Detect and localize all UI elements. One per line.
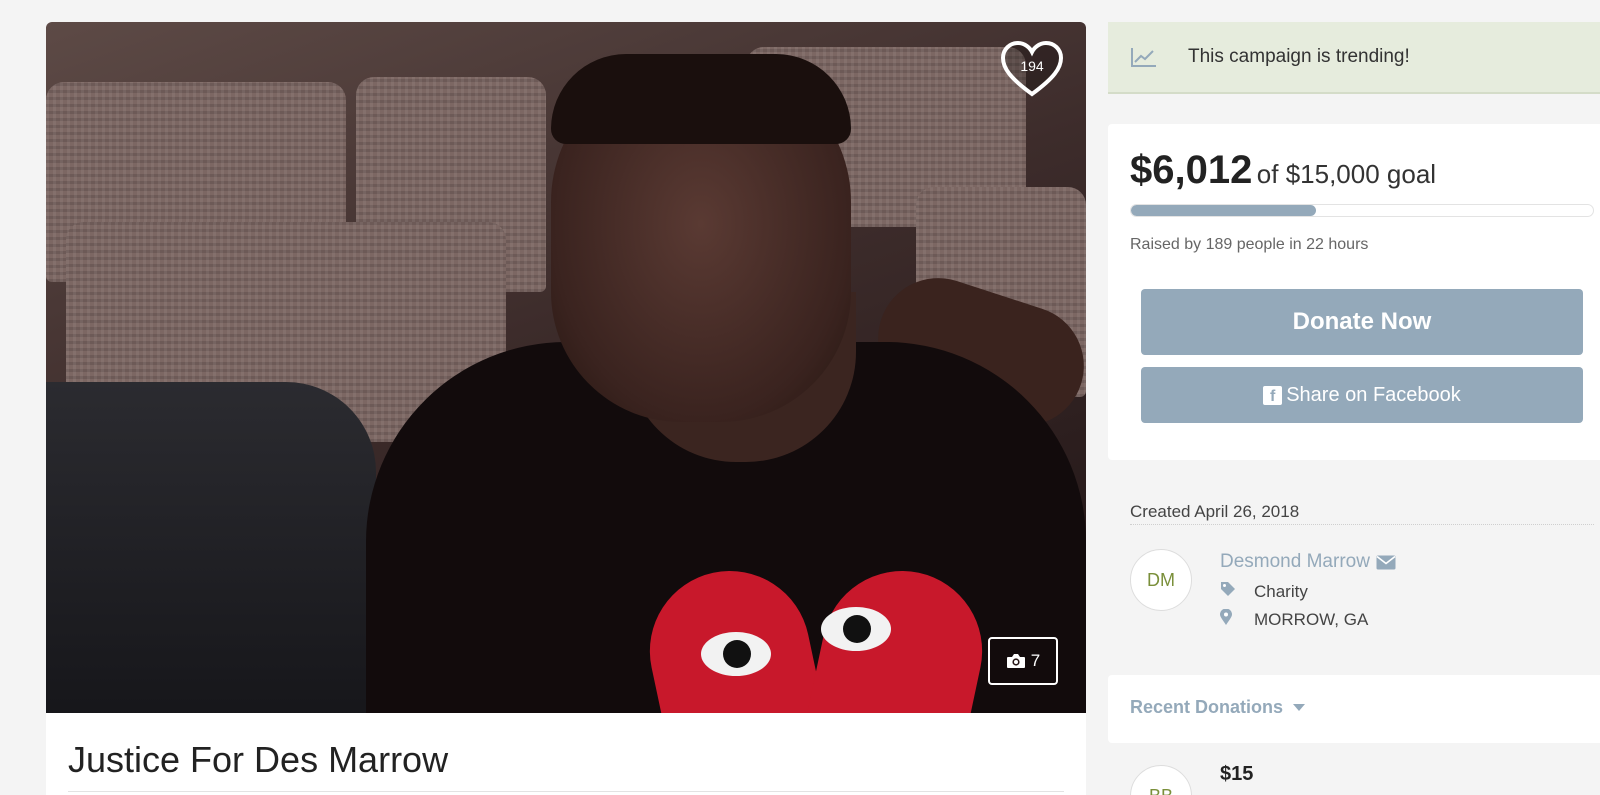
goal-amount: of $15,000 goal <box>1256 159 1437 189</box>
divider <box>68 791 1064 792</box>
location-label: MORROW, GA <box>1254 610 1369 629</box>
tag-icon <box>1220 581 1254 602</box>
raised-amount: $6,012 <box>1130 148 1253 192</box>
campaign-title: Justice For Des Marrow <box>68 739 449 780</box>
recent-donations-panel: Recent Donations <box>1108 675 1600 743</box>
organizer-location: MORROW, GA <box>1220 608 1369 631</box>
amount-raised: $6,012 of $15,000 goal <box>1130 148 1436 193</box>
category-label[interactable]: Charity <box>1254 582 1308 602</box>
organizer-block: DM Desmond Marrow Charity MORROW, GA <box>1108 525 1600 675</box>
heart-eye <box>821 607 891 651</box>
envelope-icon[interactable] <box>1376 555 1396 570</box>
trending-text: This campaign is trending! <box>1188 46 1410 67</box>
caret-down-icon <box>1293 704 1306 711</box>
donate-now-button[interactable]: Donate Now <box>1141 289 1583 355</box>
hair-figure <box>551 54 851 144</box>
organizer-name-link[interactable]: Desmond Marrow <box>1220 551 1396 573</box>
donor-avatar: BB <box>1130 765 1192 795</box>
progress-fill <box>1131 205 1316 216</box>
donation-item: BB $15 <box>1108 743 1600 795</box>
organizer-name[interactable]: Desmond Marrow <box>1220 551 1370 573</box>
facebook-icon: f <box>1263 385 1283 405</box>
goal-card: $6,012 of $15,000 goal Raised by 189 peo… <box>1108 124 1600 460</box>
map-pin-icon <box>1220 608 1254 631</box>
trending-banner: This campaign is trending! <box>1108 22 1600 94</box>
organizer-avatar[interactable]: DM <box>1130 549 1192 611</box>
heart-eye <box>701 632 771 676</box>
recent-donations-toggle[interactable]: Recent Donations <box>1130 697 1306 718</box>
share-facebook-button[interactable]: f Share on Facebook <box>1141 367 1583 423</box>
recent-donations-label: Recent Donations <box>1130 697 1284 717</box>
campaign-page: 194 7 Justice For Des Marrow This campai… <box>0 0 1600 795</box>
photo-count-label: 7 <box>1030 651 1041 670</box>
share-label: Share on Facebook <box>1286 383 1461 406</box>
heart-print <box>634 552 998 713</box>
donation-amount: $15 <box>1220 763 1254 785</box>
camera-icon <box>1006 654 1025 668</box>
title-card: Justice For Des Marrow <box>46 713 1086 795</box>
progress-bar <box>1130 204 1594 217</box>
raised-by-text: Raised by 189 people in 22 hours <box>1130 236 1369 253</box>
organizer-category: Charity <box>1220 581 1308 602</box>
photo-gallery-button[interactable]: 7 <box>988 637 1058 685</box>
sidebar: This campaign is trending! $6,012 of $15… <box>1108 22 1600 795</box>
like-button[interactable]: 194 <box>1000 40 1064 100</box>
like-count: 194 <box>1020 58 1044 74</box>
campaign-photo[interactable]: 194 7 <box>46 22 1086 713</box>
suit-figure <box>46 382 376 713</box>
created-date: Created April 26, 2018 <box>1130 502 1300 521</box>
trending-chart-icon <box>1131 48 1156 67</box>
